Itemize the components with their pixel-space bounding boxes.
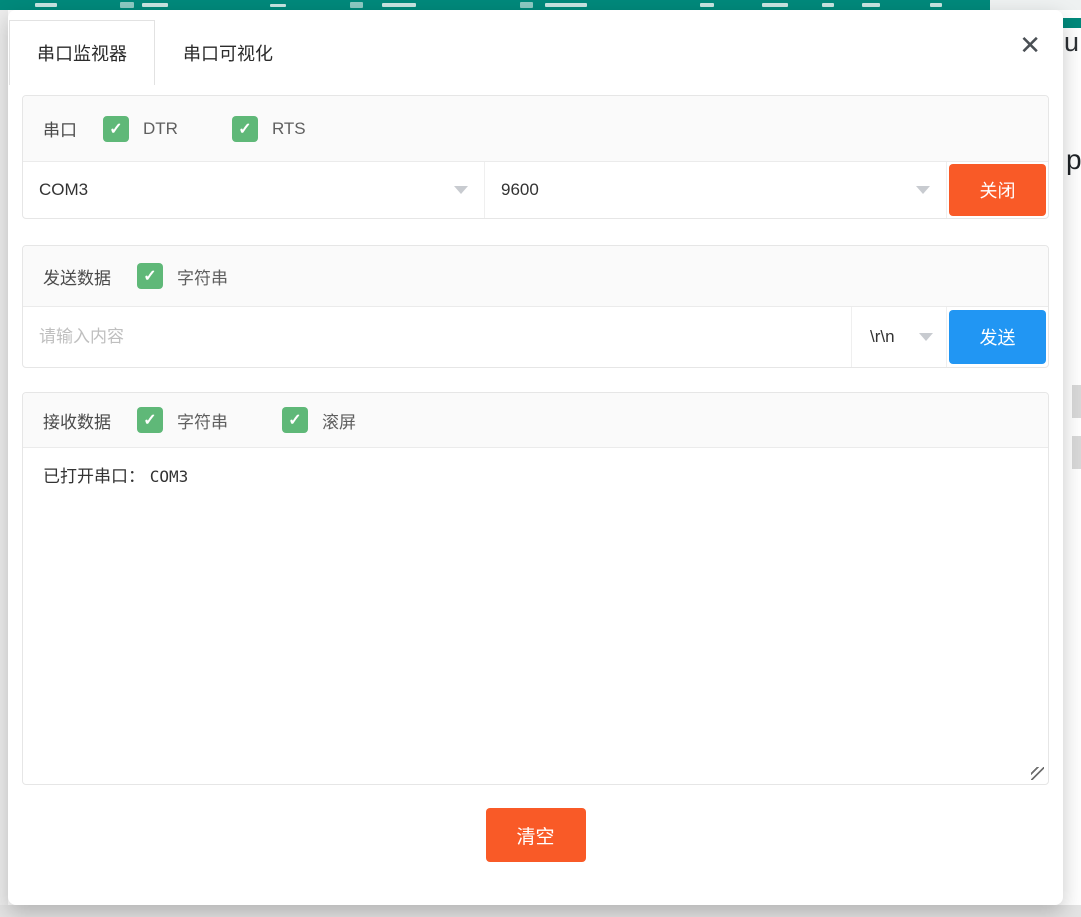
serial-port-group: 串口 ✓ DTR ✓ RTS COM3 9600 <box>22 95 1049 219</box>
receive-data-group: 接收数据 ✓ 字符串 ✓ 滚屏 已打开串口： COM3 <box>22 392 1049 785</box>
check-icon: ✓ <box>143 410 156 430</box>
background-partial-text: u <box>1064 27 1079 58</box>
serial-port-header: 串口 ✓ DTR ✓ RTS <box>23 96 1048 162</box>
menubar-text-fragment <box>762 3 788 7</box>
receive-log-prefix: 已打开串口： <box>43 467 145 486</box>
chevron-down-icon <box>454 186 468 194</box>
autoscroll-label: 滚屏 <box>322 408 356 433</box>
clear-button[interactable]: 清空 <box>486 808 586 862</box>
tab-serial-monitor[interactable]: 串口监视器 <box>9 20 155 85</box>
send-data-row: \r\n 发送 <box>23 307 1048 367</box>
send-data-group: 发送数据 ✓ 字符串 \r\n 发送 <box>22 245 1049 368</box>
menubar-text-fragment <box>35 3 57 7</box>
menubar-icon-fragment <box>520 2 533 8</box>
background-artifact <box>1072 385 1081 418</box>
receive-data-title: 接收数据 <box>43 408 111 433</box>
receive-log-port: COM3 <box>150 467 189 486</box>
background-bottom-strip <box>0 905 1081 917</box>
send-button[interactable]: 发送 <box>949 310 1046 364</box>
baud-select[interactable]: 9600 <box>485 162 947 218</box>
receive-data-header: 接收数据 ✓ 字符串 ✓ 滚屏 <box>23 393 1048 448</box>
chevron-down-icon <box>919 333 933 341</box>
receive-string-checkbox-pair: ✓ 字符串 <box>137 407 228 433</box>
send-data-header: 发送数据 ✓ 字符串 <box>23 246 1048 307</box>
dtr-checkbox-pair: ✓ DTR <box>103 116 178 142</box>
serial-monitor-dialog: 串口监视器 串口可视化 ✕ 串口 ✓ DTR ✓ RTS COM3 <box>8 10 1063 905</box>
dtr-checkbox[interactable]: ✓ <box>103 116 129 142</box>
menubar-text-fragment <box>862 3 880 7</box>
tab-serial-visualization-label: 串口可视化 <box>183 40 273 66</box>
receive-string-checkbox[interactable]: ✓ <box>137 407 163 433</box>
dialog-content: 串口 ✓ DTR ✓ RTS COM3 9600 <box>8 95 1063 862</box>
autoscroll-checkbox[interactable]: ✓ <box>282 407 308 433</box>
background-partial-text: p <box>1066 144 1081 176</box>
menubar-text-fragment <box>545 3 587 7</box>
tab-serial-monitor-label: 串口监视器 <box>37 40 127 66</box>
background-menubar <box>0 0 990 10</box>
dtr-label: DTR <box>143 119 178 139</box>
menubar-text-fragment <box>822 3 834 7</box>
background-artifact <box>1072 436 1081 469</box>
close-icon[interactable]: ✕ <box>1019 32 1041 58</box>
rts-checkbox-pair: ✓ RTS <box>232 116 306 142</box>
send-data-title: 发送数据 <box>43 264 111 289</box>
menubar-text-fragment <box>142 3 168 7</box>
dialog-tab-bar: 串口监视器 串口可视化 <box>8 10 1063 85</box>
send-input[interactable] <box>23 307 852 367</box>
rts-label: RTS <box>272 119 306 139</box>
line-ending-value: \r\n <box>870 327 895 347</box>
background-left-strip <box>0 10 8 905</box>
check-icon: ✓ <box>109 119 122 139</box>
line-ending-select[interactable]: \r\n <box>852 307 947 367</box>
receive-string-label: 字符串 <box>177 408 228 433</box>
autoscroll-checkbox-pair: ✓ 滚屏 <box>282 407 356 433</box>
check-icon: ✓ <box>288 410 301 430</box>
send-string-checkbox-pair: ✓ 字符串 <box>137 263 228 289</box>
send-string-label: 字符串 <box>177 264 228 289</box>
menubar-text-fragment <box>700 3 714 7</box>
receive-output[interactable]: 已打开串口： COM3 <box>23 448 1048 784</box>
check-icon: ✓ <box>238 119 251 139</box>
tab-serial-visualization[interactable]: 串口可视化 <box>155 20 301 85</box>
menubar-text-fragment <box>930 3 942 7</box>
close-port-button[interactable]: 关闭 <box>949 164 1046 216</box>
port-select[interactable]: COM3 <box>23 162 485 218</box>
menubar-icon-fragment <box>120 2 134 8</box>
check-icon: ✓ <box>143 266 156 286</box>
menubar-text-fragment <box>382 3 416 7</box>
menubar-text-fragment <box>270 4 286 7</box>
serial-port-row: COM3 9600 关闭 <box>23 162 1048 218</box>
resize-handle[interactable] <box>1031 767 1044 780</box>
background-menubar-end <box>990 0 1081 10</box>
send-string-checkbox[interactable]: ✓ <box>137 263 163 289</box>
serial-port-title: 串口 <box>43 116 77 141</box>
baud-select-value: 9600 <box>501 180 539 200</box>
chevron-down-icon <box>916 186 930 194</box>
menubar-icon-fragment <box>350 2 363 8</box>
rts-checkbox[interactable]: ✓ <box>232 116 258 142</box>
port-select-value: COM3 <box>39 180 88 200</box>
